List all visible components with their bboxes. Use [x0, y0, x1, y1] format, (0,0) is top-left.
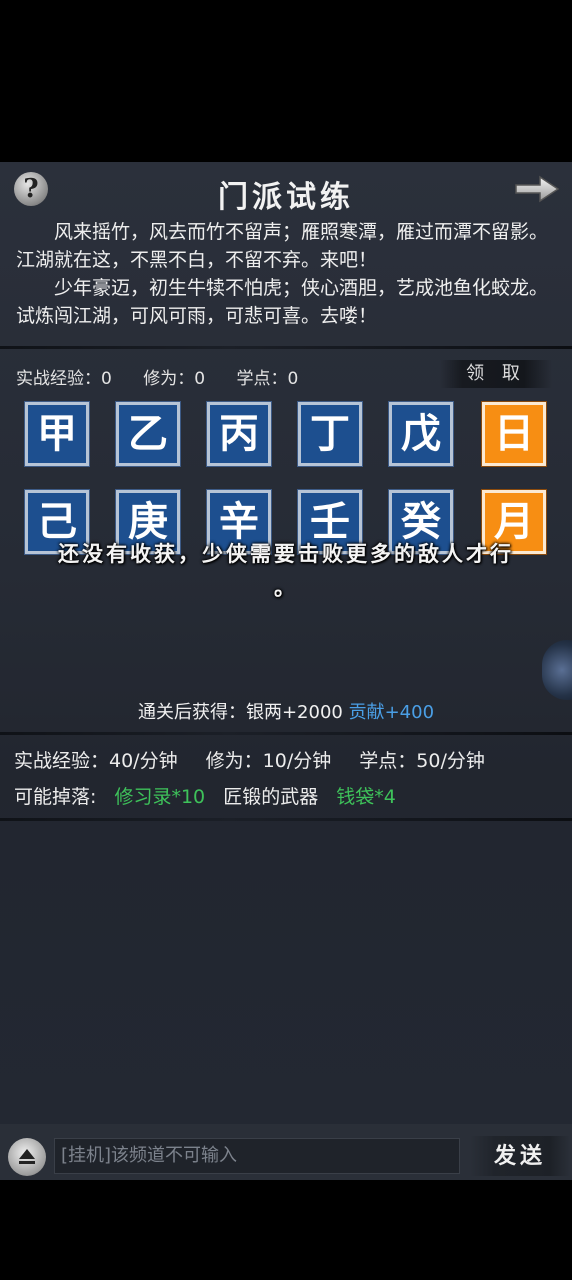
side-menu-button[interactable] — [542, 640, 572, 700]
claim-button[interactable]: 领 取 — [440, 360, 552, 388]
cultivation-rate: 修为：10/分钟 — [205, 750, 332, 772]
intro-paragraph-2: 少年豪迈，初生牛犊不怕虎；侠心酒胆，艺成池鱼化蛟龙。试炼闯江湖，可风可雨，可悲可… — [16, 277, 549, 327]
divider — [0, 818, 572, 821]
toast-message: 还没有收获，少侠需要击败更多的敌人才行 — [58, 541, 514, 566]
possible-drops: 可能掉落: 修习录*10 匠锻的武器 钱袋*4 — [14, 782, 408, 809]
eject-up-icon[interactable] — [8, 1138, 46, 1176]
tile-wu[interactable]: 戊 — [388, 401, 454, 467]
experience-stat: 实战经验：0 — [16, 369, 112, 389]
drop-item: 钱袋*4 — [336, 786, 396, 808]
arrow-right-icon[interactable] — [514, 174, 560, 204]
cultivation-stat: 修为：0 — [143, 369, 206, 389]
page-title: 门派试练 — [218, 180, 354, 215]
tile-bing[interactable]: 丙 — [206, 401, 272, 467]
chat-bar: [挂机]该频道不可输入 发送 — [0, 1124, 572, 1180]
drop-item: 匠锻的武器 — [223, 786, 319, 808]
divider — [0, 346, 572, 349]
current-stats: 实战经验：0 修为：0 学点：0 — [16, 364, 324, 389]
intro-paragraph-1: 风来摇竹，风去而竹不留声；雁照寒潭，雁过而潭不留影。江湖就在这，不黑不白，不留不… — [16, 221, 549, 271]
reward-contribution: 贡献+400 — [348, 702, 435, 723]
points-stat: 学点：0 — [236, 369, 299, 389]
divider — [0, 732, 572, 735]
rate-stats: 实战经验：40/分钟 修为：10/分钟 学点：50/分钟 — [14, 746, 507, 773]
drops-label: 可能掉落: — [14, 786, 97, 808]
chat-input[interactable]: [挂机]该频道不可输入 — [54, 1138, 460, 1174]
clear-reward: 通关后获得：银两+2000 贡献+400 — [0, 698, 572, 724]
tile-jia[interactable]: 甲 — [24, 401, 90, 467]
send-button[interactable]: 发送 — [470, 1136, 570, 1176]
reward-text: 通关后获得：银两+2000 — [137, 702, 349, 723]
trial-panel: ? 门派试练 风来摇竹，风去而竹不留声；雁照寒潭，雁过而潭不留影。江湖就在这，不… — [0, 162, 572, 1180]
toast-message-tail: 。 — [274, 575, 298, 600]
points-rate: 学点：50/分钟 — [359, 750, 485, 772]
tile-yi[interactable]: 乙 — [115, 401, 181, 467]
intro-text: 风来摇竹，风去而竹不留声；雁照寒潭，雁过而潭不留影。江湖就在这，不黑不白，不留不… — [16, 218, 560, 330]
experience-rate: 实战经验：40/分钟 — [14, 750, 178, 772]
tile-ding[interactable]: 丁 — [297, 401, 363, 467]
drop-item: 修习录*10 — [114, 786, 206, 808]
tile-sun[interactable]: 日 — [481, 401, 547, 467]
